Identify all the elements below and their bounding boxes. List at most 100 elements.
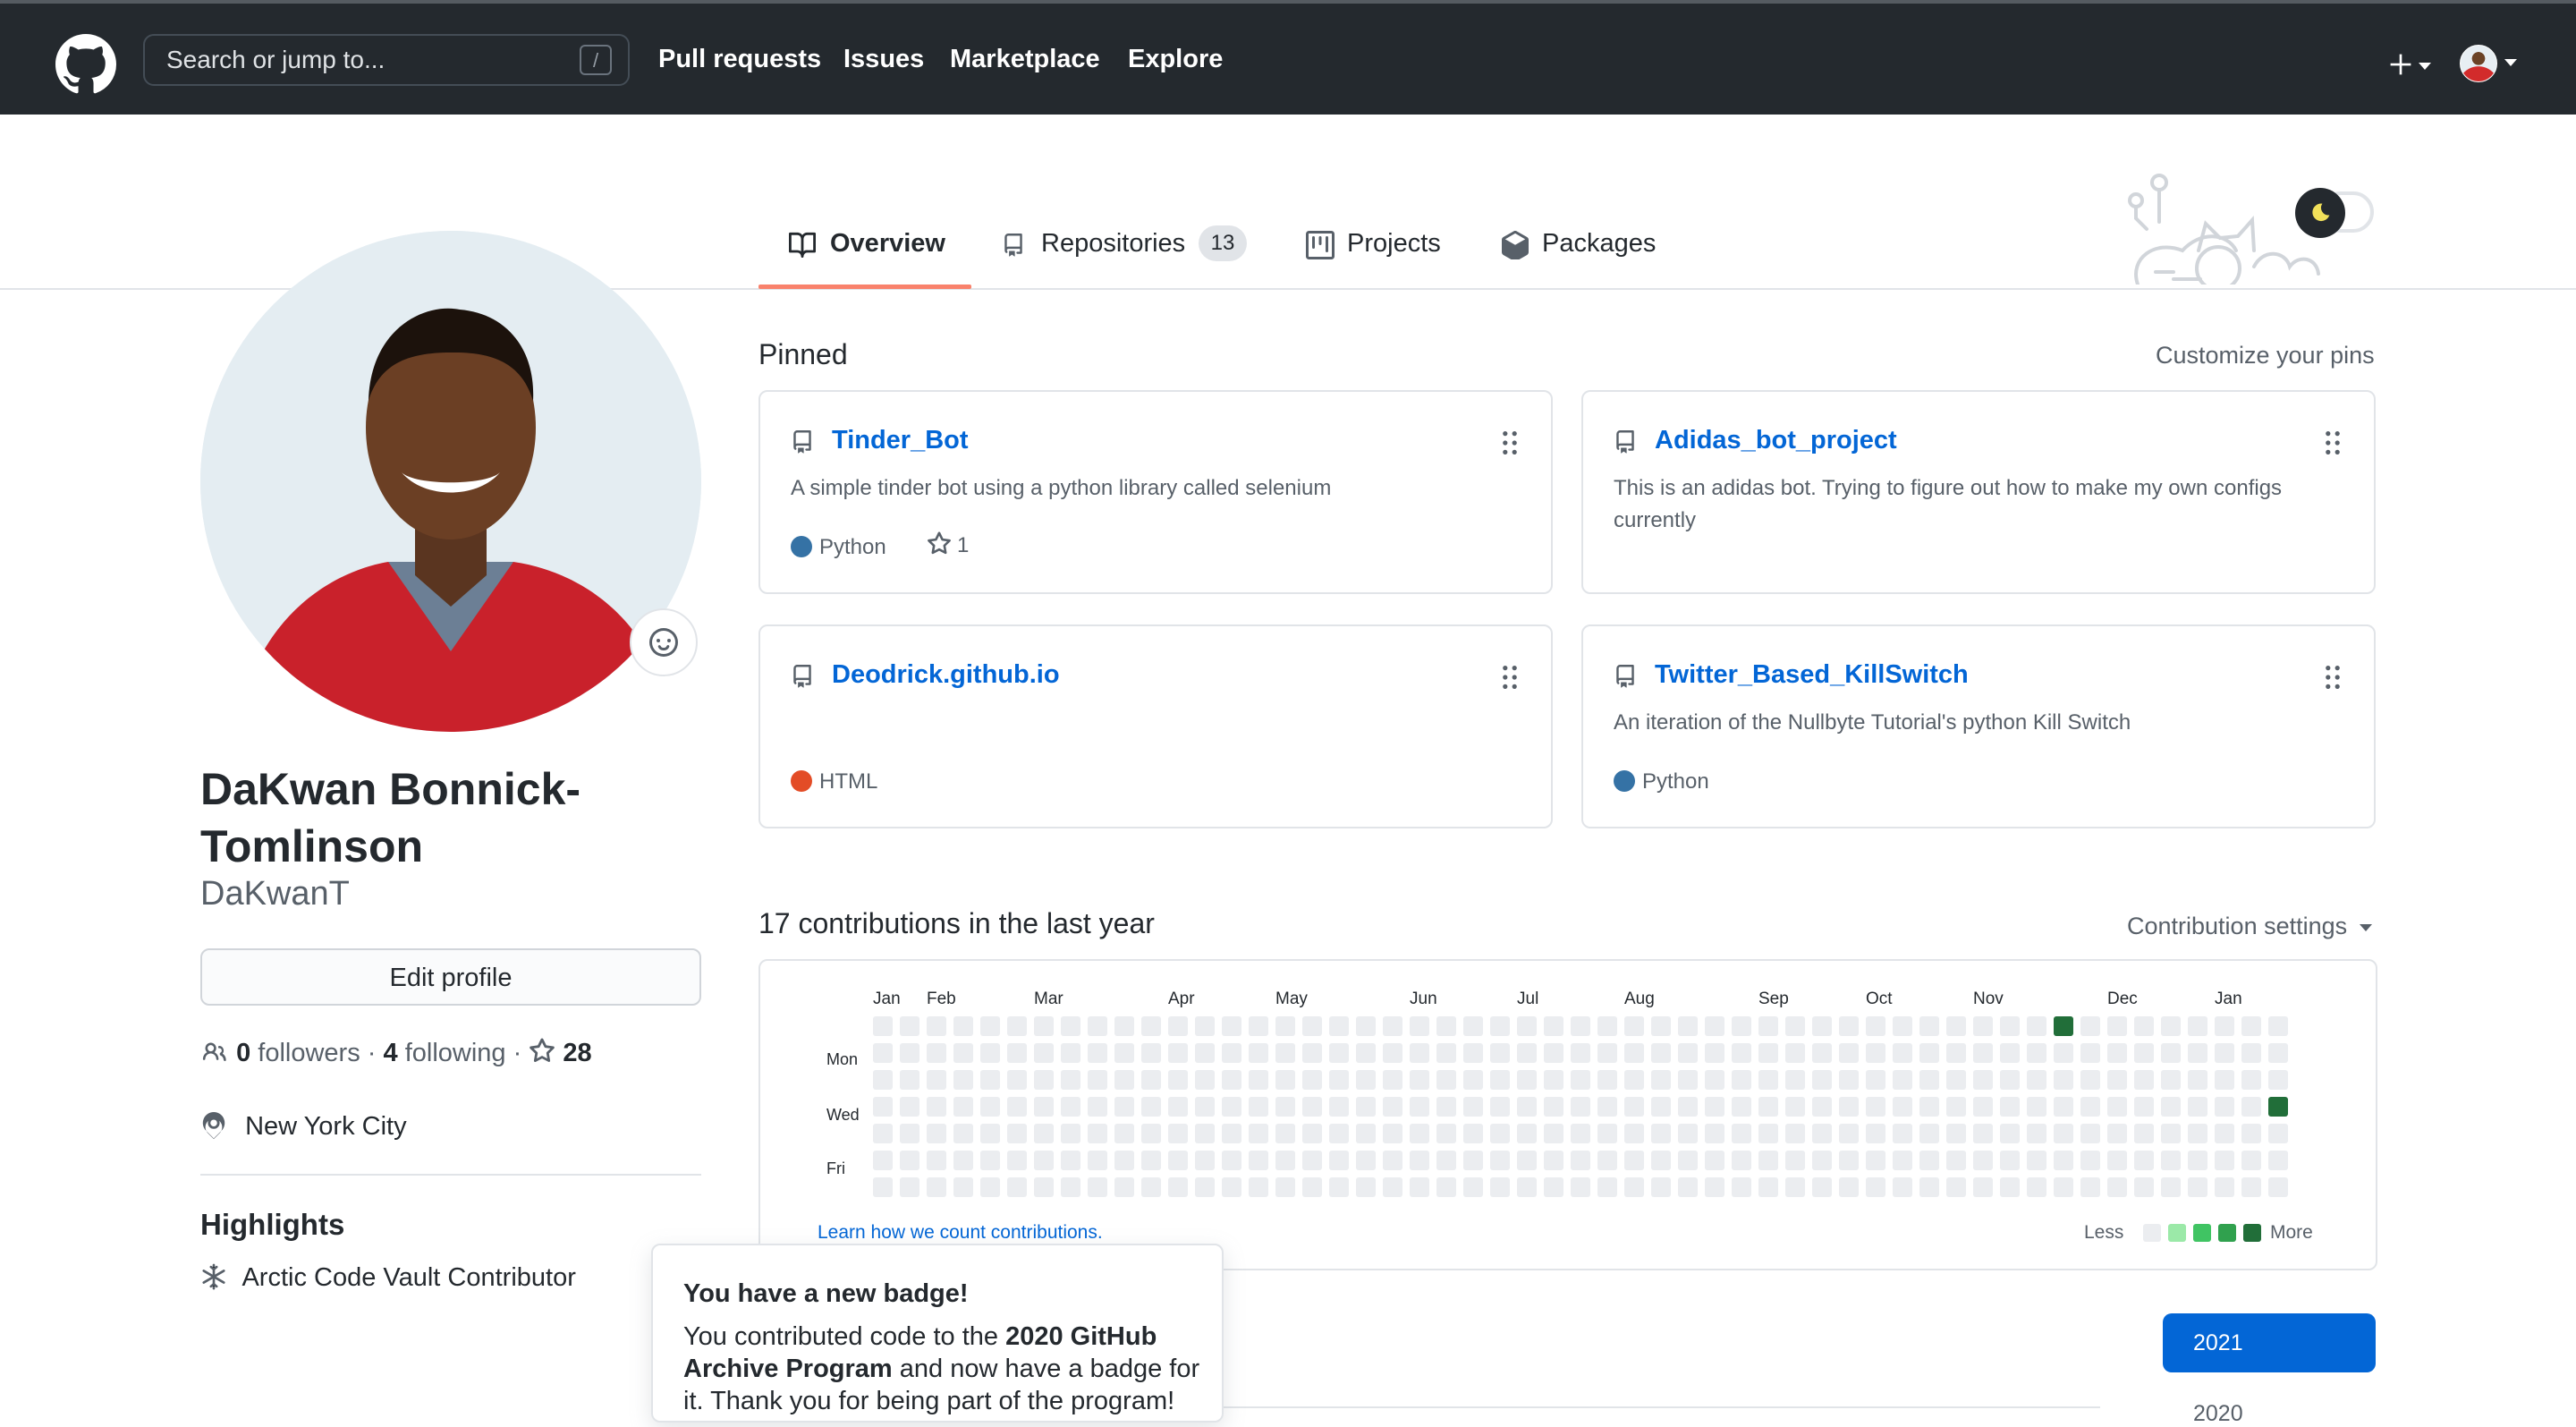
contribution-day-cell[interactable] [1705,1151,1724,1170]
contribution-day-cell[interactable] [1490,1016,1510,1036]
contribution-day-cell[interactable] [1436,1151,1456,1170]
contribution-day-cell[interactable] [1141,1177,1161,1197]
contribution-day-cell[interactable] [2161,1016,2181,1036]
contribution-day-cell[interactable] [1249,1070,1268,1090]
contribution-day-cell[interactable] [1302,1043,1322,1063]
contribution-day-cell[interactable] [873,1043,893,1063]
contribution-day-cell[interactable] [1329,1016,1349,1036]
contribution-day-cell[interactable] [2027,1070,2046,1090]
contribution-day-cell[interactable] [1758,1177,1778,1197]
contribution-day-cell[interactable] [1168,1097,1188,1117]
contribution-day-cell[interactable] [2241,1151,2261,1170]
contribution-day-cell[interactable] [1624,1016,1644,1036]
contribution-day-cell[interactable] [1732,1070,1751,1090]
contribution-day-cell[interactable] [1275,1151,1295,1170]
contribution-day-cell[interactable] [927,1097,946,1117]
contribution-day-cell[interactable] [1410,1043,1429,1063]
contribution-day-cell[interactable] [1356,1124,1376,1143]
contribution-day-cell[interactable] [1678,1070,1698,1090]
contribution-day-cell[interactable] [1812,1070,1832,1090]
contribution-day-cell[interactable] [1007,1124,1027,1143]
contribution-day-cell[interactable] [1114,1097,1134,1117]
contribution-day-cell[interactable] [1034,1043,1054,1063]
contribution-day-cell[interactable] [900,1151,919,1170]
contribution-day-cell[interactable] [1839,1070,1859,1090]
contribution-day-cell[interactable] [1812,1097,1832,1117]
contribution-day-cell[interactable] [1678,1124,1698,1143]
contribution-day-cell[interactable] [1302,1070,1322,1090]
contribution-day-cell[interactable] [2054,1016,2073,1036]
contribution-day-cell[interactable] [1275,1177,1295,1197]
contribution-day-cell[interactable] [2268,1043,2288,1063]
contribution-day-cell[interactable] [1436,1016,1456,1036]
contribution-day-cell[interactable] [2241,1043,2261,1063]
contribution-day-cell[interactable] [2107,1124,2127,1143]
contribution-day-cell[interactable] [2268,1124,2288,1143]
contribution-day-cell[interactable] [1946,1043,1966,1063]
contribution-day-cell[interactable] [2054,1177,2073,1197]
contribution-day-cell[interactable] [980,1097,1000,1117]
contribution-day-cell[interactable] [1061,1177,1080,1197]
contribution-day-cell[interactable] [1758,1151,1778,1170]
contribution-day-cell[interactable] [1249,1097,1268,1117]
contribution-day-cell[interactable] [2107,1097,2127,1117]
contribution-day-cell[interactable] [1141,1097,1161,1117]
contribution-day-cell[interactable] [1195,1124,1215,1143]
contribution-day-cell[interactable] [927,1177,946,1197]
contribution-day-cell[interactable] [927,1016,946,1036]
nav-issues[interactable]: Issues [843,45,924,74]
contribution-day-cell[interactable] [1893,1177,1912,1197]
contribution-day-cell[interactable] [1034,1124,1054,1143]
contribution-day-cell[interactable] [1651,1097,1671,1117]
contribution-day-cell[interactable] [2027,1177,2046,1197]
contribution-day-cell[interactable] [2134,1097,2154,1117]
contribution-day-cell[interactable] [1624,1124,1644,1143]
contribution-day-cell[interactable] [953,1070,973,1090]
contribution-day-cell[interactable] [1222,1124,1241,1143]
contribution-day-cell[interactable] [2107,1016,2127,1036]
contribution-day-cell[interactable] [2188,1124,2207,1143]
contribution-day-cell[interactable] [1785,1016,1805,1036]
contribution-day-cell[interactable] [1249,1177,1268,1197]
contribution-day-cell[interactable] [1758,1043,1778,1063]
contribution-day-cell[interactable] [1249,1151,1268,1170]
contribution-day-cell[interactable] [1195,1177,1215,1197]
contribution-day-cell[interactable] [1061,1097,1080,1117]
contribution-day-cell[interactable] [1410,1124,1429,1143]
contribution-day-cell[interactable] [1705,1097,1724,1117]
contribution-day-cell[interactable] [1812,1124,1832,1143]
contribution-day-cell[interactable] [2188,1070,2207,1090]
pinned-repo-link[interactable]: Adidas_bot_project [1655,426,1897,455]
contribution-day-cell[interactable] [2161,1151,2181,1170]
contribution-day-cell[interactable] [1195,1070,1215,1090]
contribution-day-cell[interactable] [1544,1177,1563,1197]
stars-link[interactable]: 28 [529,1038,592,1067]
contribution-day-cell[interactable] [1973,1070,1993,1090]
contribution-day-cell[interactable] [1571,1177,1590,1197]
contribution-day-cell[interactable] [1678,1016,1698,1036]
contribution-day-cell[interactable] [953,1124,973,1143]
search-input[interactable] [145,36,599,84]
contribution-day-cell[interactable] [1329,1177,1349,1197]
contribution-day-cell[interactable] [1758,1097,1778,1117]
contribution-day-cell[interactable] [1222,1070,1241,1090]
contribution-day-cell[interactable] [1624,1177,1644,1197]
contribution-day-cell[interactable] [1088,1151,1107,1170]
contribution-day-cell[interactable] [2107,1070,2127,1090]
contribution-day-cell[interactable] [2054,1097,2073,1117]
contribution-day-cell[interactable] [1839,1016,1859,1036]
contribution-day-cell[interactable] [900,1016,919,1036]
contribution-day-cell[interactable] [2215,1070,2234,1090]
contribution-day-cell[interactable] [2000,1097,2020,1117]
contribution-day-cell[interactable] [2215,1097,2234,1117]
contribution-day-cell[interactable] [1732,1016,1751,1036]
contribution-day-cell[interactable] [1651,1070,1671,1090]
contribution-day-cell[interactable] [2134,1151,2154,1170]
contribution-day-cell[interactable] [1624,1151,1644,1170]
contribution-day-cell[interactable] [873,1070,893,1090]
contribution-day-cell[interactable] [2161,1043,2181,1063]
contribution-day-cell[interactable] [1571,1016,1590,1036]
contribution-day-cell[interactable] [1436,1043,1456,1063]
nav-marketplace[interactable]: Marketplace [950,45,1100,74]
contribution-day-cell[interactable] [1222,1177,1241,1197]
